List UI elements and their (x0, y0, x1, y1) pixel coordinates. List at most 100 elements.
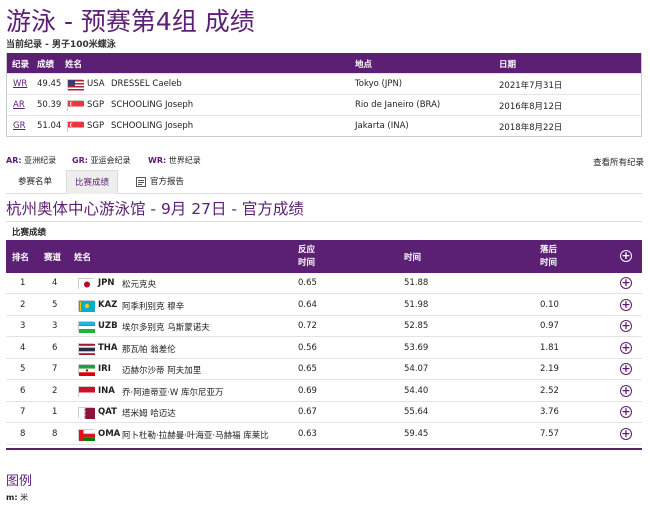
result-time: 55.64 (404, 407, 429, 417)
tab-entry-list[interactable]: 参赛名单 (10, 170, 60, 194)
page-title: 游泳 - 预赛第4组 成绩 (6, 7, 255, 36)
result-rank: 6 (20, 385, 26, 396)
result-reaction: 0.65 (298, 364, 317, 374)
result-behind: 1.81 (540, 342, 559, 353)
result-time: 52.85 (404, 321, 429, 331)
result-noc: KAZ (98, 299, 118, 310)
kaz-flag (78, 299, 95, 312)
expand-row-icon[interactable]: + (620, 427, 632, 440)
result-lane: 2 (52, 385, 58, 396)
result-row: 4 6 THA 那瓦帕 翁差伦 0.56 53.69 1.81 + (6, 338, 642, 359)
record-code-link[interactable]: WR (13, 79, 27, 89)
expand-all-icon[interactable]: + (620, 250, 632, 262)
record-place: Tokyo (JPN) (355, 79, 403, 89)
record-place: Rio de Janeiro (BRA) (355, 100, 441, 110)
result-noc: INA (98, 385, 115, 396)
record-noc: SGP (87, 121, 105, 131)
tab-official-report[interactable]: 官方报告 (130, 170, 192, 194)
jpn-flag (78, 278, 95, 290)
expand-row-icon[interactable]: + (620, 363, 632, 375)
record-code-link[interactable]: GR (13, 121, 26, 131)
expand-row-icon[interactable]: + (620, 384, 632, 397)
expand-row-icon[interactable]: + (620, 277, 632, 289)
result-lane: 7 (52, 364, 58, 374)
results-header-time: 时间 (404, 253, 422, 263)
legend-ar: AR: 亚洲纪录 (6, 156, 57, 165)
result-behind: 2.19 (540, 364, 559, 374)
result-lane: 3 (52, 321, 58, 331)
results-header-lane: 赛道 (44, 253, 62, 263)
results-header-rank: 排名 (12, 253, 30, 263)
result-athlete[interactable]: 松元克央 (122, 278, 156, 290)
record-date: 2018年8月22日 (499, 123, 563, 133)
record-athlete[interactable]: SCHOOLING Joseph (111, 121, 193, 131)
result-reaction: 0.63 (298, 428, 317, 439)
result-behind: 2.52 (540, 385, 559, 396)
results-header-behind: 落后 时间 (540, 245, 558, 268)
result-athlete[interactable]: 埃尔多别克 乌斯蒙诺夫 (122, 321, 210, 333)
legend-wr: WR: 世界纪录 (148, 156, 201, 165)
result-athlete[interactable]: 阿卜杜勒·拉赫曼·叶海亚·马赫福 库莱比 (122, 429, 269, 441)
results-header-name: 姓名 (74, 253, 92, 263)
result-lane: 4 (52, 278, 58, 288)
result-athlete[interactable]: 迈赫尔沙蒂 阿夫加里 (122, 364, 201, 376)
record-row: AR 50.39 SGP SCHOOLING Joseph Rio de Janeiro… (7, 94, 641, 115)
results-section-label: 比赛成绩 (6, 221, 642, 240)
result-time: 51.88 (404, 278, 429, 288)
iri-flag (78, 364, 95, 376)
result-rank: 4 (20, 342, 26, 353)
tab-official-report-label: 官方报告 (150, 177, 185, 187)
uzb-flag (78, 321, 95, 333)
result-row: 2 5 KAZ 阿季利别克 穆辛 0.64 51.98 0.10 + (6, 295, 642, 316)
qat-flag (78, 407, 95, 419)
records-header-record: 纪录 (12, 60, 30, 70)
result-time: 51.98 (404, 299, 429, 310)
result-time: 54.40 (404, 385, 429, 396)
pdf-icon (136, 177, 146, 187)
result-reaction: 0.56 (298, 342, 317, 353)
result-noc: UZB (98, 321, 118, 331)
oma-flag (78, 428, 95, 441)
record-time: 51.04 (37, 121, 62, 131)
record-code-link[interactable]: AR (13, 100, 25, 110)
results-header-reaction: 反应 时间 (298, 245, 316, 268)
result-lane: 5 (52, 299, 58, 310)
results-table-bottom-border (6, 448, 642, 450)
tab-results[interactable]: 比赛成绩 (66, 170, 119, 194)
expand-row-icon[interactable]: + (620, 406, 632, 418)
records-header-name: 姓名 (65, 60, 83, 70)
legend-meter: m: 米 (6, 493, 29, 502)
records-table: 纪录 成绩 姓名 地点 日期 WR 49.45 USA DRESSEL Caeleb T… (6, 53, 642, 137)
result-athlete[interactable]: 塔米姆 哈迈达 (122, 407, 176, 419)
tha-flag (78, 342, 95, 355)
view-all-records-link[interactable]: 查看所有纪录 (593, 156, 644, 168)
expand-row-icon[interactable]: + (620, 341, 632, 354)
record-row: WR 49.45 USA DRESSEL Caeleb Tokyo (JPN) 2021年… (7, 73, 641, 94)
record-noc: SGP (87, 100, 105, 110)
legend-gr: GR: 亚运会纪录 (72, 156, 131, 165)
sgp-flag (67, 121, 84, 133)
result-athlete[interactable]: 乔·阿迪蒂亚·W 库尔尼亚万 (122, 386, 224, 398)
result-athlete[interactable]: 那瓦帕 翁差伦 (122, 343, 176, 355)
result-lane: 8 (52, 428, 58, 439)
record-athlete[interactable]: DRESSEL Caeleb (111, 79, 182, 89)
record-noc: USA (87, 79, 105, 89)
venue-title: 杭州奥体中心游泳馆 - 9月 27日 - 官方成绩 (6, 200, 304, 218)
result-time: 54.07 (404, 364, 429, 374)
expand-row-icon[interactable]: + (620, 298, 632, 311)
record-athlete[interactable]: SCHOOLING Joseph (111, 100, 193, 110)
records-header-time: 成绩 (37, 60, 55, 70)
result-row: 3 3 UZB 埃尔多别克 乌斯蒙诺夫 0.72 52.85 0.97 + (6, 316, 642, 337)
result-reaction: 0.72 (298, 321, 317, 331)
result-rank: 2 (20, 299, 26, 310)
record-time: 49.45 (37, 79, 62, 89)
expand-row-icon[interactable]: + (620, 320, 632, 332)
result-behind: 3.76 (540, 407, 559, 417)
result-rank: 5 (20, 364, 26, 374)
sgp-flag (67, 100, 84, 112)
result-athlete[interactable]: 阿季利别克 穆辛 (122, 300, 184, 312)
result-behind: 7.57 (540, 428, 559, 439)
result-behind: 0.97 (540, 321, 559, 331)
record-row: GR 51.04 SGP SCHOOLING Joseph Jakarta (INA) 2… (7, 115, 641, 136)
result-row: 6 2 INA 乔·阿迪蒂亚·W 库尔尼亚万 0.69 54.40 2.52 + (6, 381, 642, 402)
